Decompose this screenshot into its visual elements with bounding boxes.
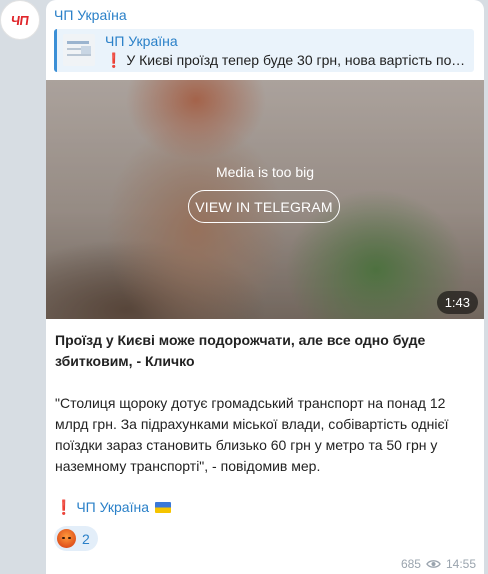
ukraine-flag-icon (154, 502, 171, 513)
signature-channel-link[interactable]: ЧП Україна (76, 499, 149, 515)
view-count: 685 (400, 557, 421, 571)
message-bubble: ЧП Україна ЧП Україна ❗️ У Києві проїзд … (46, 0, 484, 574)
message-text: Проїзд у Києві може подорожчати, але все… (55, 330, 475, 518)
reaction-button[interactable]: 2 (54, 526, 98, 551)
video-duration-badge: 1:43 (436, 291, 478, 314)
reply-snippet: ❗️ У Києві проїзд тепер буде 30 грн, нов… (105, 52, 469, 68)
message-meta: 685 14:55 (401, 557, 476, 571)
reply-author: ЧП Україна (105, 33, 178, 49)
channel-avatar[interactable]: ЧП (0, 0, 40, 40)
post-headline: Проїзд у Києві може подорожчати, але все… (55, 332, 426, 369)
media-preview[interactable]: Media is too big VIEW IN TELEGRAM 1:43 (46, 80, 484, 319)
media-too-big-notice: Media is too big (215, 164, 315, 180)
post-signature: ❗ ЧП Україна (55, 497, 475, 518)
channel-name-link[interactable]: ЧП Україна (54, 7, 127, 23)
reply-thumbnail (63, 34, 95, 66)
post-quote: "Столиця щороку дотує громадський трансп… (55, 395, 449, 474)
message-time: 14:55 (445, 557, 476, 571)
exclamation-icon: ❗ (55, 499, 73, 515)
eye-icon (426, 560, 441, 568)
reply-preview[interactable]: ЧП Україна ❗️ У Києві проїзд тепер буде … (54, 29, 474, 72)
angry-face-icon (57, 529, 76, 548)
view-in-telegram-button[interactable]: VIEW IN TELEGRAM (188, 190, 340, 223)
avatar-logo-text: ЧП (10, 12, 30, 28)
reaction-count: 2 (82, 530, 90, 547)
